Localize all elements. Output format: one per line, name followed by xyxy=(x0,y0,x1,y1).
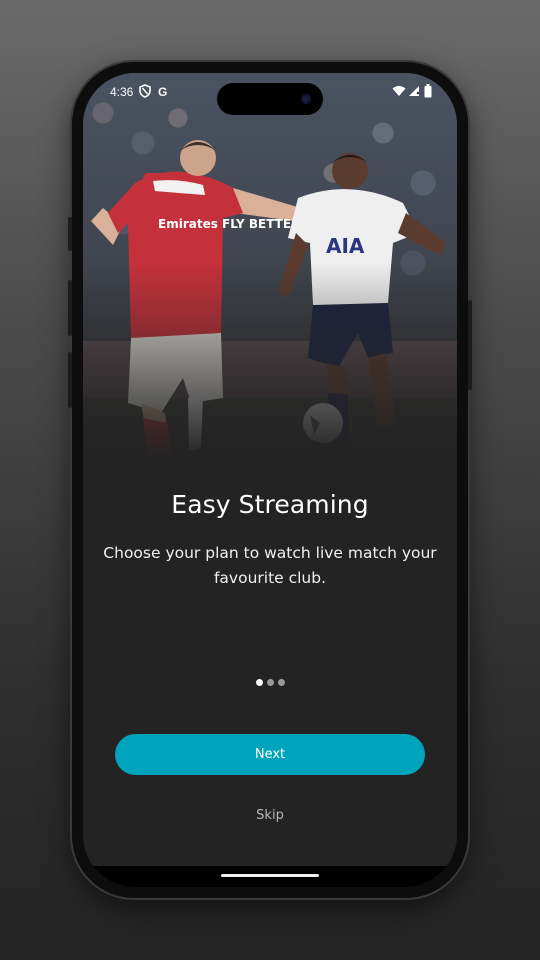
phone-side-button xyxy=(468,300,472,390)
next-button[interactable]: Next xyxy=(115,734,425,775)
navigation-bar xyxy=(83,866,457,887)
jersey-sponsor-right: AIA xyxy=(326,234,365,258)
onboarding-description: Choose your plan to watch live match you… xyxy=(103,544,437,587)
home-indicator[interactable] xyxy=(221,874,319,877)
page-indicator-dot[interactable] xyxy=(277,679,285,686)
hero-image: Emirates FLY BETTER AIA xyxy=(83,73,457,458)
page-indicator-dot-active[interactable] xyxy=(255,679,263,686)
google-icon: G xyxy=(158,85,168,99)
wifi-icon xyxy=(392,85,406,101)
phone-side-button xyxy=(68,280,72,336)
battery-icon xyxy=(424,84,432,102)
phone-side-button xyxy=(68,217,72,251)
hero-fade-overlay xyxy=(83,263,457,458)
dynamic-island xyxy=(217,83,323,115)
signal-icon xyxy=(408,85,420,101)
camera-icon xyxy=(301,94,311,104)
skip-button[interactable]: Skip xyxy=(83,808,457,823)
status-time: 4:36 xyxy=(110,85,134,99)
page-indicator xyxy=(83,671,457,686)
onboarding-title: Easy Streaming xyxy=(171,490,369,519)
phone-side-button xyxy=(68,352,72,408)
screen: Emirates FLY BETTER AIA 4:36 G Easy Stre… xyxy=(83,73,457,887)
shield-icon xyxy=(139,84,151,102)
phone-frame: Emirates FLY BETTER AIA 4:36 G Easy Stre… xyxy=(68,62,472,898)
page-indicator-dot[interactable] xyxy=(266,679,274,686)
